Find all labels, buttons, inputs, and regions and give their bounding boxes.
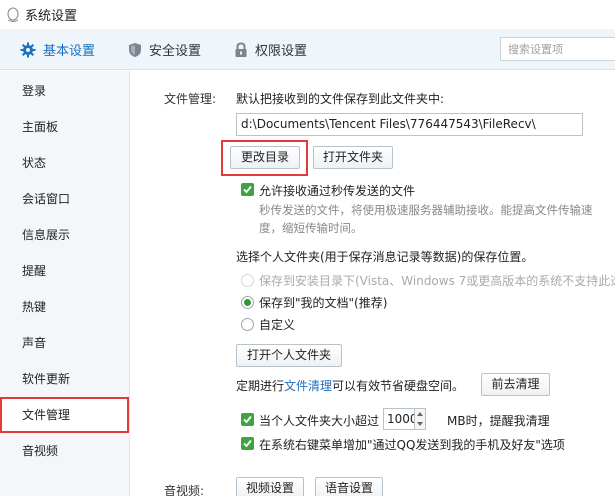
context-menu-label: 在系统右键菜单增加"通过QQ发送到我的手机及好友"选项 xyxy=(259,438,565,452)
settings-tabbar: 基本设置 安全设置 权限设置 xyxy=(0,29,615,70)
open-personal-folder-button[interactable]: 打开个人文件夹 xyxy=(236,344,342,367)
video-settings-button[interactable]: 视频设置 xyxy=(236,477,304,496)
radio-install-directory xyxy=(241,274,254,287)
gear-icon xyxy=(20,42,36,57)
checkmark-icon xyxy=(243,439,252,448)
tab-permission-settings[interactable]: 权限设置 xyxy=(234,29,307,70)
save-folder-description: 默认把接收到的文件保存到此文件夹中: xyxy=(236,92,445,106)
size-remind-checkbox[interactable] xyxy=(241,413,254,426)
audio-video-section-label: 音视频: xyxy=(164,484,205,496)
open-folder-button[interactable]: 打开文件夹 xyxy=(313,146,393,169)
cleanup-text-before: 定期进行 xyxy=(236,379,285,393)
tab-basic-settings[interactable]: 基本设置 xyxy=(20,29,95,70)
cleanup-text-after: 可以有效节省硬盘空间。 xyxy=(332,379,465,393)
sidebar-item-software-update[interactable]: 软件更新 xyxy=(0,361,130,397)
sidebar-item-reminder[interactable]: 提醒 xyxy=(0,253,130,289)
tab-permission-label: 权限设置 xyxy=(255,44,308,59)
sidebar-item-hotkeys[interactable]: 热键 xyxy=(0,289,130,325)
settings-content: 文件管理: 默认把接收到的文件保存到此文件夹中: d:\Documents\Te… xyxy=(131,71,615,496)
size-threshold-input[interactable]: 1000 xyxy=(383,408,418,430)
qq-logo-icon xyxy=(7,7,19,22)
sidebar-item-chat-window[interactable]: 会话窗口 xyxy=(0,181,130,217)
radio-custom[interactable] xyxy=(241,318,254,331)
sidebar-item-main-panel[interactable]: 主面板 xyxy=(0,109,130,145)
sidebar-item-audio-video[interactable]: 音视频 xyxy=(0,433,130,469)
tab-security-label: 安全设置 xyxy=(149,44,202,59)
sidebar-item-login[interactable]: 登录 xyxy=(0,73,130,109)
size-remind-suffix: MB时，提醒我清理 xyxy=(447,414,550,428)
sidebar: 登录 主面板 状态 会话窗口 信息展示 提醒 热键 声音 软件更新 文件管理 音… xyxy=(0,71,130,496)
sidebar-item-info-display[interactable]: 信息展示 xyxy=(0,217,130,253)
search-input[interactable] xyxy=(500,37,615,61)
radio-custom-label: 自定义 xyxy=(259,318,296,332)
personal-folder-description: 选择个人文件夹(用于保存消息记录等数据)的保存位置。 xyxy=(236,250,534,264)
allow-flash-hint-line2: 度，缩短传输时间。 xyxy=(259,221,363,235)
save-path-field[interactable]: d:\Documents\Tencent Files\776447543\Fil… xyxy=(236,113,583,136)
radio-my-documents[interactable] xyxy=(241,296,254,309)
checkmark-icon xyxy=(243,185,252,194)
shield-icon xyxy=(129,42,141,57)
sidebar-item-status[interactable]: 状态 xyxy=(0,145,130,181)
voice-settings-button[interactable]: 语音设置 xyxy=(315,477,383,496)
file-management-section-label: 文件管理: xyxy=(164,92,217,106)
lock-icon xyxy=(235,41,247,57)
size-threshold-spinner[interactable] xyxy=(414,408,426,430)
tab-security-settings[interactable]: 安全设置 xyxy=(128,29,201,70)
allow-flash-label: 允许接收通过秒传发送的文件 xyxy=(259,184,416,198)
size-remind-label: 当个人文件夹大小超过 xyxy=(259,414,380,428)
allow-flash-hint-line1: 秒传发送的文件，将使用极速服务器辅助接收。能提高文件传输速 xyxy=(259,203,593,217)
tab-basic-label: 基本设置 xyxy=(43,44,96,59)
window-title: 系统设置 xyxy=(25,9,78,24)
radio-install-directory-label: 保存到安装目录下(Vista、Windows 7或更高版本的系统不支持此选项 xyxy=(259,274,615,288)
file-cleanup-link[interactable]: 文件清理 xyxy=(284,379,332,393)
title-bar: 系统设置 xyxy=(0,0,615,29)
change-directory-button[interactable]: 更改目录 xyxy=(230,146,300,169)
radio-my-documents-label: 保存到"我的文档"(推荐) xyxy=(259,296,388,310)
sidebar-item-file-management[interactable]: 文件管理 xyxy=(0,397,129,433)
go-cleanup-button[interactable]: 前去清理 xyxy=(481,373,550,396)
allow-flash-checkbox[interactable] xyxy=(241,183,254,196)
sidebar-item-sound[interactable]: 声音 xyxy=(0,325,130,361)
checkmark-icon xyxy=(243,415,252,424)
cleanup-text: 定期进行文件清理可以有效节省硬盘空间。 xyxy=(236,377,464,394)
context-menu-checkbox[interactable] xyxy=(241,437,254,450)
